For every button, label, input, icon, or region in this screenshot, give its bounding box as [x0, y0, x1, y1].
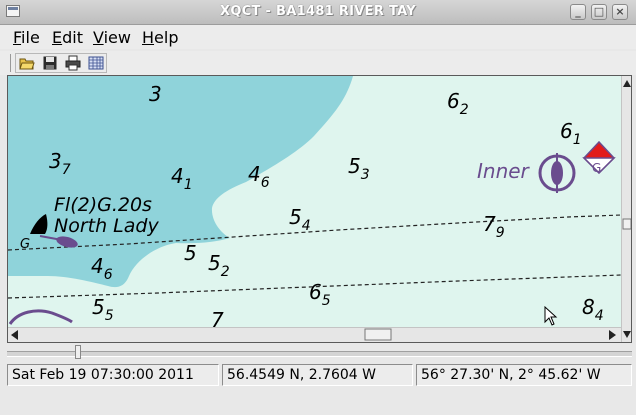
sounding-label: 84	[582, 295, 604, 324]
status-datetime: Sat Feb 19 07:30:00 2011	[7, 364, 219, 386]
minimize-button[interactable]: _	[570, 4, 586, 20]
open-folder-icon[interactable]	[19, 55, 35, 71]
vertical-scroll-thumb[interactable]	[622, 218, 631, 230]
scroll-right-arrow-icon[interactable]	[609, 330, 616, 340]
maximize-button[interactable]: □	[591, 4, 607, 20]
time-slider-track[interactable]	[7, 351, 632, 357]
sounding-label: 3	[149, 82, 162, 106]
sounding-label: 79	[483, 212, 505, 241]
menu-edit[interactable]: Edit	[52, 28, 83, 47]
chart-view[interactable]: G Fl(2)G.20s North Lady Inner G 3 62 61 37 4…	[7, 75, 632, 343]
sounding-label: 65	[309, 280, 331, 309]
grid-icon[interactable]	[88, 55, 104, 71]
nautical-chart[interactable]: G Fl(2)G.20s North Lady Inner G 3 626137 4…	[8, 76, 621, 327]
status-bar: Sat Feb 19 07:30:00 2011 56.4549 N, 2.76…	[7, 364, 632, 386]
vertical-scrollbar[interactable]	[621, 76, 631, 342]
status-decimal-position: 56.4549 N, 2.7604 W	[222, 364, 413, 386]
sounding-label: 62	[447, 89, 469, 118]
horizontal-scrollbar[interactable]	[8, 327, 621, 342]
window-title: XQCT - BA1481 RIVER TAY	[220, 4, 416, 19]
sounding-label: 61	[560, 119, 582, 148]
status-dms-position: 56° 27.30' N, 2° 45.62' W	[416, 364, 632, 386]
buoy-name-label: North Lady	[54, 215, 159, 237]
title-bar[interactable]: XQCT - BA1481 RIVER TAY _ □ ×	[0, 0, 636, 25]
scroll-up-arrow-icon[interactable]	[623, 80, 631, 87]
sounding-label: 55	[92, 295, 114, 324]
scroll-left-arrow-icon[interactable]	[11, 330, 18, 340]
mooring-symbol	[8, 309, 73, 325]
sounding-label: 54	[289, 205, 311, 234]
buoy-letter: G	[20, 237, 30, 252]
light-characteristic-label: Fl(2)G.20s	[54, 194, 152, 216]
time-slider-thumb[interactable]	[75, 345, 81, 359]
horizontal-scroll-thumb[interactable]	[364, 328, 392, 341]
scroll-down-arrow-icon[interactable]	[623, 331, 631, 338]
menu-view[interactable]: View	[93, 28, 131, 47]
sounding-label: 52	[208, 251, 230, 280]
mouse-pointer-icon	[544, 306, 558, 326]
time-slider[interactable]	[7, 345, 632, 361]
menu-file[interactable]: File	[13, 28, 40, 47]
inner-label: Inner	[477, 159, 531, 183]
save-icon[interactable]	[42, 55, 58, 71]
print-icon[interactable]	[65, 55, 81, 71]
inner-beacon-symbol[interactable]	[538, 153, 576, 193]
sounding-label: 5	[184, 241, 197, 265]
sounding-label: 53	[348, 154, 370, 183]
close-button[interactable]: ×	[612, 4, 628, 20]
beacon-letter: G	[592, 161, 601, 175]
toolbar	[0, 51, 636, 75]
menu-bar: File Edit View Help	[0, 25, 636, 49]
sounding-label: 7	[211, 308, 224, 327]
menu-help[interactable]: Help	[142, 28, 178, 47]
